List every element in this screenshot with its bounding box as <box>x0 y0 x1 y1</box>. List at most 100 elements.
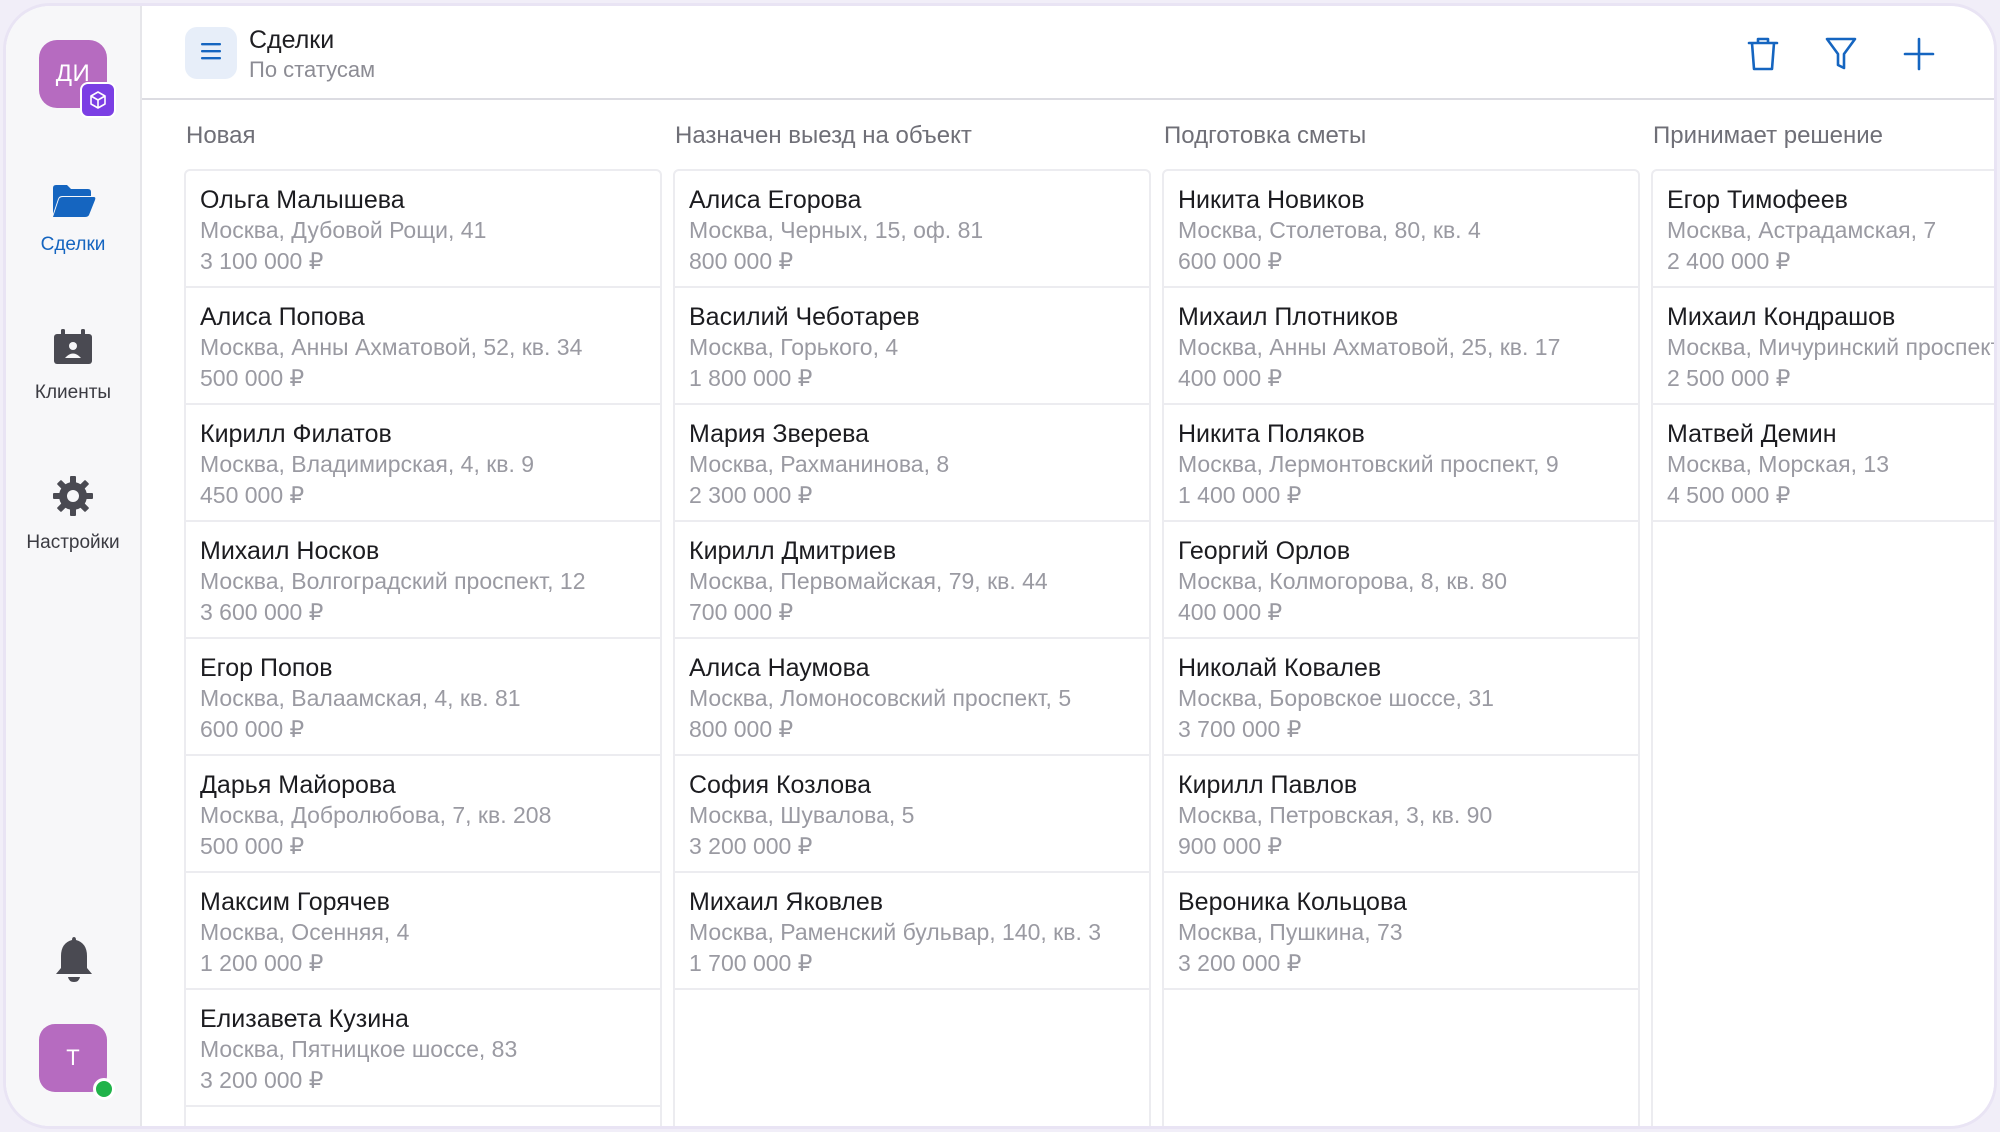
deal-card[interactable]: Дарья Майорова Москва, Добролюбова, 7, кв… <box>186 756 660 873</box>
deal-card[interactable]: Кирилл Дмитриев Москва, Первомайская, 79,… <box>675 522 1149 639</box>
deal-client-name: Максим Горячев <box>200 888 390 916</box>
calendar-contact-icon <box>50 329 96 373</box>
deal-client-name: Мария Зверева <box>689 420 870 448</box>
deal-amount: 3 600 000 ₽ <box>200 599 324 625</box>
delete-button[interactable] <box>1746 36 1780 77</box>
card-list: Алиса Егорова Москва, Черных, 15, оф. 81 8… <box>673 169 1151 1126</box>
deal-card[interactable]: Никита Новиков Москва, Столетова, 80, кв.… <box>1164 171 1638 288</box>
column-title: Подготовка сметы <box>1164 122 1367 149</box>
filter-button[interactable] <box>1824 36 1858 77</box>
deal-client-name: Василий Чеботарев <box>689 303 920 331</box>
deal-card[interactable]: Максим Горячев Москва, Осенняя, 4 1 200 00… <box>186 873 660 990</box>
card-list: Ольга Малышева Москва, Дубовой Рощи, 41 3 … <box>184 169 662 1126</box>
trash-icon <box>1746 37 1780 76</box>
deal-client-name: Михаил Плотников <box>1178 303 1399 331</box>
deal-card[interactable]: Мария Зверева Москва, Рахманинова, 8 2 300… <box>675 405 1149 522</box>
deal-amount: 3 200 000 ₽ <box>689 833 813 859</box>
deal-client-name: Кирилл Филатов <box>200 420 392 448</box>
deal-amount: 3 100 000 ₽ <box>200 248 324 274</box>
deal-client-name: Дарья Майорова <box>200 771 396 799</box>
deal-card[interactable]: Егор Тимофеев Москва, Астрадамская, 7 2 40… <box>1653 171 1994 288</box>
bell-icon[interactable] <box>54 934 94 989</box>
deal-client-name: Кирилл Павлов <box>1178 771 1358 799</box>
deal-card[interactable]: Алиса Наумова Москва, Ломоносовский просп… <box>675 639 1149 756</box>
deal-address: Москва, Добролюбова, 7, кв. 208 <box>200 802 552 828</box>
cube-icon <box>80 82 116 118</box>
sidebar-item-settings[interactable]: Настройки <box>6 474 140 554</box>
deal-address: Москва, Черных, 15, оф. 81 <box>689 217 984 243</box>
deal-amount: 2 500 000 ₽ <box>1667 365 1791 391</box>
deal-card[interactable]: Никита Поляков Москва, Лермонтовский прос… <box>1164 405 1638 522</box>
deal-address: Москва, Раменский бульвар, 140, кв. 3 <box>689 919 1102 945</box>
deal-client-name: Егор Попов <box>200 654 333 682</box>
deal-client-name: Михаил Яковлев <box>689 888 884 916</box>
header: Сделки По статусам <box>142 6 1994 100</box>
deal-address: Москва, Столетова, 80, кв. 4 <box>1178 217 1481 243</box>
deal-amount: 600 000 ₽ <box>200 716 305 742</box>
deal-card[interactable]: Михаил Плотников Москва, Анны Ахматовой, … <box>1164 288 1638 405</box>
deal-address: Москва, Горького, 4 <box>689 334 899 360</box>
deal-amount: 1 400 000 ₽ <box>1178 482 1302 508</box>
deal-card[interactable]: Елизавета Кузина Москва, Пятницкое шоссе,… <box>186 990 660 1107</box>
deal-card[interactable]: Егор Попов Москва, Валаамская, 4, кв. 81 6… <box>186 639 660 756</box>
deal-client-name: Михаил Кондрашов <box>1667 303 1896 331</box>
menu-icon <box>199 41 223 66</box>
sidebar-item-deals[interactable]: Сделки <box>6 182 140 256</box>
deal-address: Москва, Морская, 13 <box>1667 451 1889 477</box>
deal-client-name: Егор Тимофеев <box>1667 186 1848 214</box>
filter-icon <box>1824 37 1858 76</box>
menu-button[interactable] <box>185 27 237 79</box>
deal-card[interactable]: Вероника Кольцова Москва, Пушкина, 73 3 20… <box>1164 873 1638 990</box>
deal-amount: 400 000 ₽ <box>1178 599 1283 625</box>
deal-card[interactable]: Николай Ковалев Москва, Боровское шоссе, … <box>1164 639 1638 756</box>
deal-address: Москва, Астрадамская, 7 <box>1667 217 1937 243</box>
deal-amount: 1 800 000 ₽ <box>689 365 813 391</box>
deal-client-name: Кирилл Дмитриев <box>689 537 897 565</box>
deal-address: Москва, Первомайская, 79, кв. 44 <box>689 568 1048 594</box>
deal-address: Москва, Пушкина, 73 <box>1178 919 1403 945</box>
deal-card[interactable]: София Козлова Москва, Шувалова, 5 3 200 00… <box>675 756 1149 873</box>
add-deal-button[interactable] <box>1902 36 1936 77</box>
deal-client-name: Алиса Попова <box>200 303 365 331</box>
deal-address: Москва, Рахманинова, 8 <box>689 451 950 477</box>
deal-amount: 1 200 000 ₽ <box>200 950 324 976</box>
deal-card[interactable]: Василий Чеботарев Москва, Горького, 4 1 80… <box>675 288 1149 405</box>
deal-card[interactable]: Кирилл Павлов Москва, Петровская, 3, кв. … <box>1164 756 1638 873</box>
sidebar: ДИ Сделки Клиенты Настройки Т <box>6 6 142 1126</box>
deal-address: Москва, Валаамская, 4, кв. 81 <box>200 685 521 711</box>
card-list: Никита Новиков Москва, Столетова, 80, кв.… <box>1162 169 1640 1126</box>
card-list: Егор Тимофеев Москва, Астрадамская, 7 2 40… <box>1651 169 1994 1126</box>
deal-card[interactable]: Кирилл Филатов Москва, Владимирская, 4, к… <box>186 405 660 522</box>
deal-amount: 700 000 ₽ <box>689 599 794 625</box>
deal-card[interactable]: Михаил Кондрашов Москва, Мичуринский прос… <box>1653 288 1994 405</box>
sidebar-item-clients[interactable]: Клиенты <box>6 328 140 404</box>
gear-icon <box>51 476 95 523</box>
deal-card[interactable]: Ольга Малышева Москва, Дубовой Рощи, 41 3 … <box>186 171 660 288</box>
deal-client-name: Елизавета Кузина <box>200 1005 409 1033</box>
column-title: Новая <box>186 122 256 149</box>
deal-client-name: Вероника Кольцова <box>1178 888 1407 916</box>
column-title: Принимает решение <box>1653 122 1884 149</box>
sidebar-item-label: Клиенты <box>34 382 112 403</box>
deal-card[interactable]: Михаил Яковлев Москва, Раменский бульвар,… <box>675 873 1149 990</box>
deal-card[interactable]: Михаил Носков Москва, Волгоградский просп… <box>186 522 660 639</box>
deal-amount: 3 200 000 ₽ <box>1178 950 1302 976</box>
deal-card[interactable]: Алиса Егорова Москва, Черных, 15, оф. 81 8… <box>675 171 1149 288</box>
deal-amount: 600 000 ₽ <box>1178 248 1283 274</box>
deal-card[interactable]: Матвей Демин Москва, Морская, 13 4 500 000… <box>1653 405 1994 522</box>
deal-card[interactable]: Алиса Попова Москва, Анны Ахматовой, 52, … <box>186 288 660 405</box>
kanban-board: Новая Ольга Малышева Москва, Дубовой Рощи,… <box>142 100 1994 1126</box>
deal-client-name: Алиса Егорова <box>689 186 862 214</box>
deal-address: Москва, Пятницкое шоссе, 83 <box>200 1036 518 1062</box>
deal-address: Москва, Дубовой Рощи, 41 <box>200 217 487 243</box>
deal-client-name: Алиса Наумова <box>689 654 870 682</box>
deal-client-name: Матвей Демин <box>1667 420 1837 448</box>
deal-card[interactable]: Георгий Орлов Москва, Колмогорова, 8, кв.… <box>1164 522 1638 639</box>
deal-client-name: Михаил Носков <box>200 537 380 565</box>
deal-amount: 3 700 000 ₽ <box>1178 716 1302 742</box>
app-window: ДИ Сделки Клиенты Настройки Т Сделки По … <box>6 6 1994 1126</box>
deal-amount: 2 300 000 ₽ <box>689 482 813 508</box>
column-title: Назначен выезд на объект <box>675 122 972 149</box>
deal-amount: 800 000 ₽ <box>689 248 794 274</box>
folder-icon <box>50 185 96 225</box>
